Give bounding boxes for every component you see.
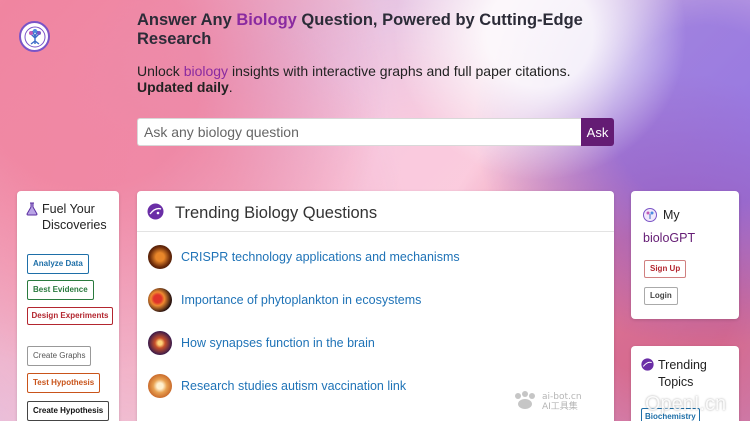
design-experiments-button[interactable]: Design Experiments <box>27 307 113 325</box>
page-subtitle: Unlock biology insights with interactive… <box>137 63 571 95</box>
fuel-discoveries-panel: Fuel Your Discoveries Analyze Data Best … <box>17 191 119 421</box>
paw-icon <box>512 391 538 413</box>
logo-icon[interactable] <box>19 21 50 52</box>
ask-button[interactable]: Ask <box>581 118 614 146</box>
trending-questions-panel: Trending Biology Questions CRISPR techno… <box>137 191 614 421</box>
analyze-data-button[interactable]: Analyze Data <box>27 254 89 274</box>
planet-icon <box>147 203 164 224</box>
list-item[interactable]: How synapses function in the brain <box>148 331 375 355</box>
flask-icon <box>26 202 38 220</box>
my-biologpt-heading: My bioloGPT <box>643 208 696 245</box>
dna-thumbnail <box>148 245 172 269</box>
trending-questions-heading: Trending Biology Questions <box>147 203 377 224</box>
list-item[interactable]: Research studies autism vaccination link <box>148 374 406 398</box>
neuron-thumbnail <box>148 331 172 355</box>
login-button[interactable]: Login <box>644 287 678 305</box>
vaccine-thumbnail <box>148 374 172 398</box>
create-hypothesis-button[interactable]: Create Hypothesis <box>27 401 110 421</box>
page-title: Answer Any Biology Question, Powered by … <box>137 11 583 48</box>
question-link[interactable]: CRISPR technology applications and mecha… <box>181 250 460 264</box>
openi-watermark: OpenI.cn <box>645 393 727 415</box>
plankton-thumbnail <box>148 288 172 312</box>
list-item[interactable]: CRISPR technology applications and mecha… <box>148 245 460 269</box>
ai-bot-watermark: ai-bot.cn AI工具集 <box>512 391 582 413</box>
create-graphs-button[interactable]: Create Graphs <box>27 346 92 366</box>
search-input[interactable] <box>137 118 581 146</box>
tree-of-life-icon <box>643 208 657 228</box>
planet-icon <box>641 358 654 391</box>
sign-up-button[interactable]: Sign Up <box>644 260 687 278</box>
hero: Answer Any Biology Question, Powered by … <box>137 11 607 95</box>
test-hypothesis-button[interactable]: Test Hypothesis <box>27 373 101 393</box>
search-bar: Ask <box>137 118 614 146</box>
trending-topics-heading: Trending Topics <box>641 357 730 391</box>
fuel-discoveries-heading: Fuel Your Discoveries <box>26 201 110 233</box>
divider <box>137 231 614 232</box>
best-evidence-button[interactable]: Best Evidence <box>27 280 94 300</box>
question-link[interactable]: How synapses function in the brain <box>181 336 375 350</box>
my-biologpt-panel: My bioloGPT Sign Up Login <box>631 191 739 319</box>
question-link[interactable]: Importance of phytoplankton in ecosystem… <box>181 293 421 307</box>
list-item[interactable]: Importance of phytoplankton in ecosystem… <box>148 288 421 312</box>
question-link[interactable]: Research studies autism vaccination link <box>181 379 406 393</box>
